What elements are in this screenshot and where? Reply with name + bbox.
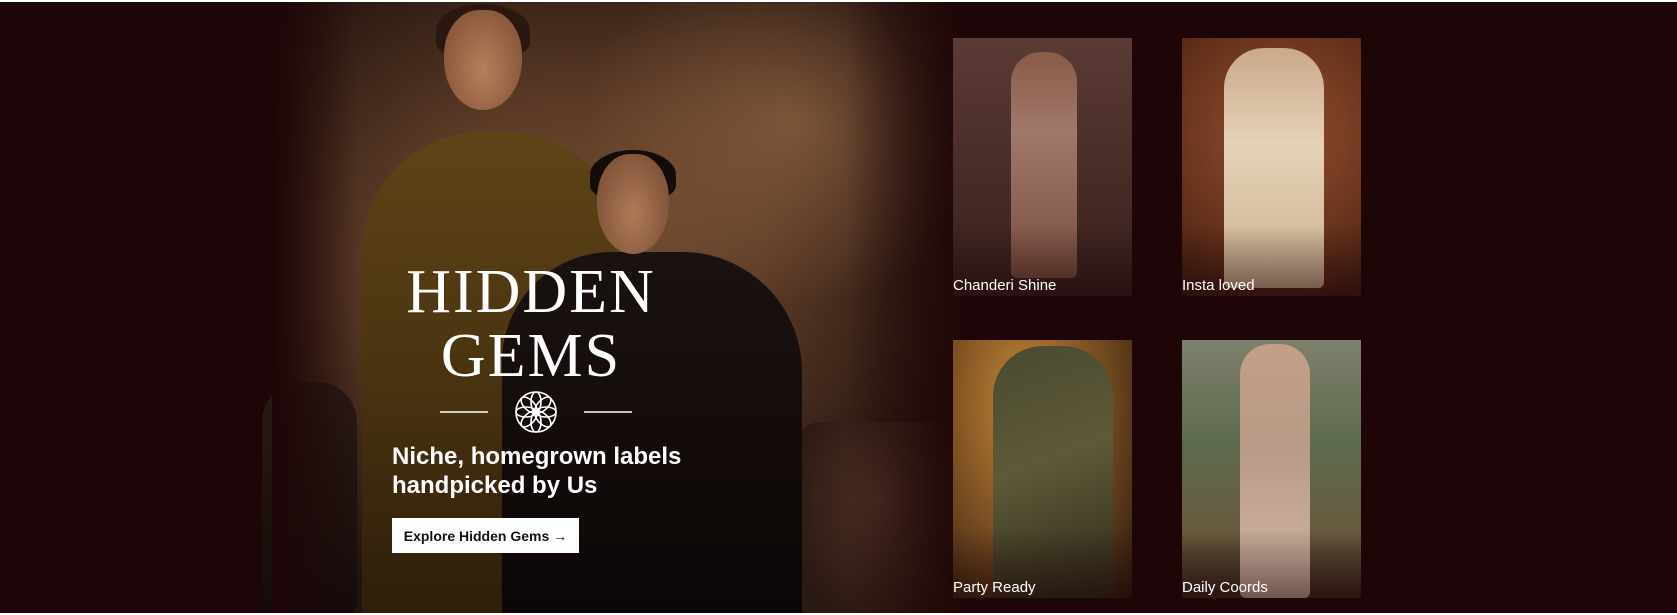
tile-label: Chanderi Shine (953, 277, 1057, 294)
cta-label: Explore Hidden Gems (403, 527, 550, 544)
tile-daily-coords[interactable]: Daily Coords (1182, 340, 1361, 598)
tile-label: Party Ready (953, 579, 1036, 596)
flower-ornament-icon (440, 391, 632, 433)
tile-party-ready[interactable]: Party Ready (953, 340, 1132, 598)
tile-insta-loved[interactable]: Insta loved (1182, 38, 1361, 296)
arrow-right-icon: → (553, 527, 568, 544)
hidden-gems-logo: HIDDEN GEMS (386, 260, 676, 388)
tagline-line-2: handpicked by Us (392, 472, 598, 499)
tagline-line-1: Niche, homegrown labels (392, 443, 682, 470)
tile-label: Daily Coords (1182, 579, 1268, 596)
hero-tagline: Niche, homegrown labels handpicked by Us (392, 442, 732, 500)
tile-chanderi-shine[interactable]: Chanderi Shine (953, 38, 1132, 296)
explore-hidden-gems-button[interactable]: Explore Hidden Gems → (392, 518, 579, 553)
tile-label: Insta loved (1182, 277, 1255, 294)
logo-line-gems: GEMS (440, 322, 622, 390)
hidden-gems-banner: HIDDEN GEMS Niche, homegrown labels hand… (0, 2, 1677, 613)
logo-line-hidden: HIDDEN (406, 258, 656, 326)
